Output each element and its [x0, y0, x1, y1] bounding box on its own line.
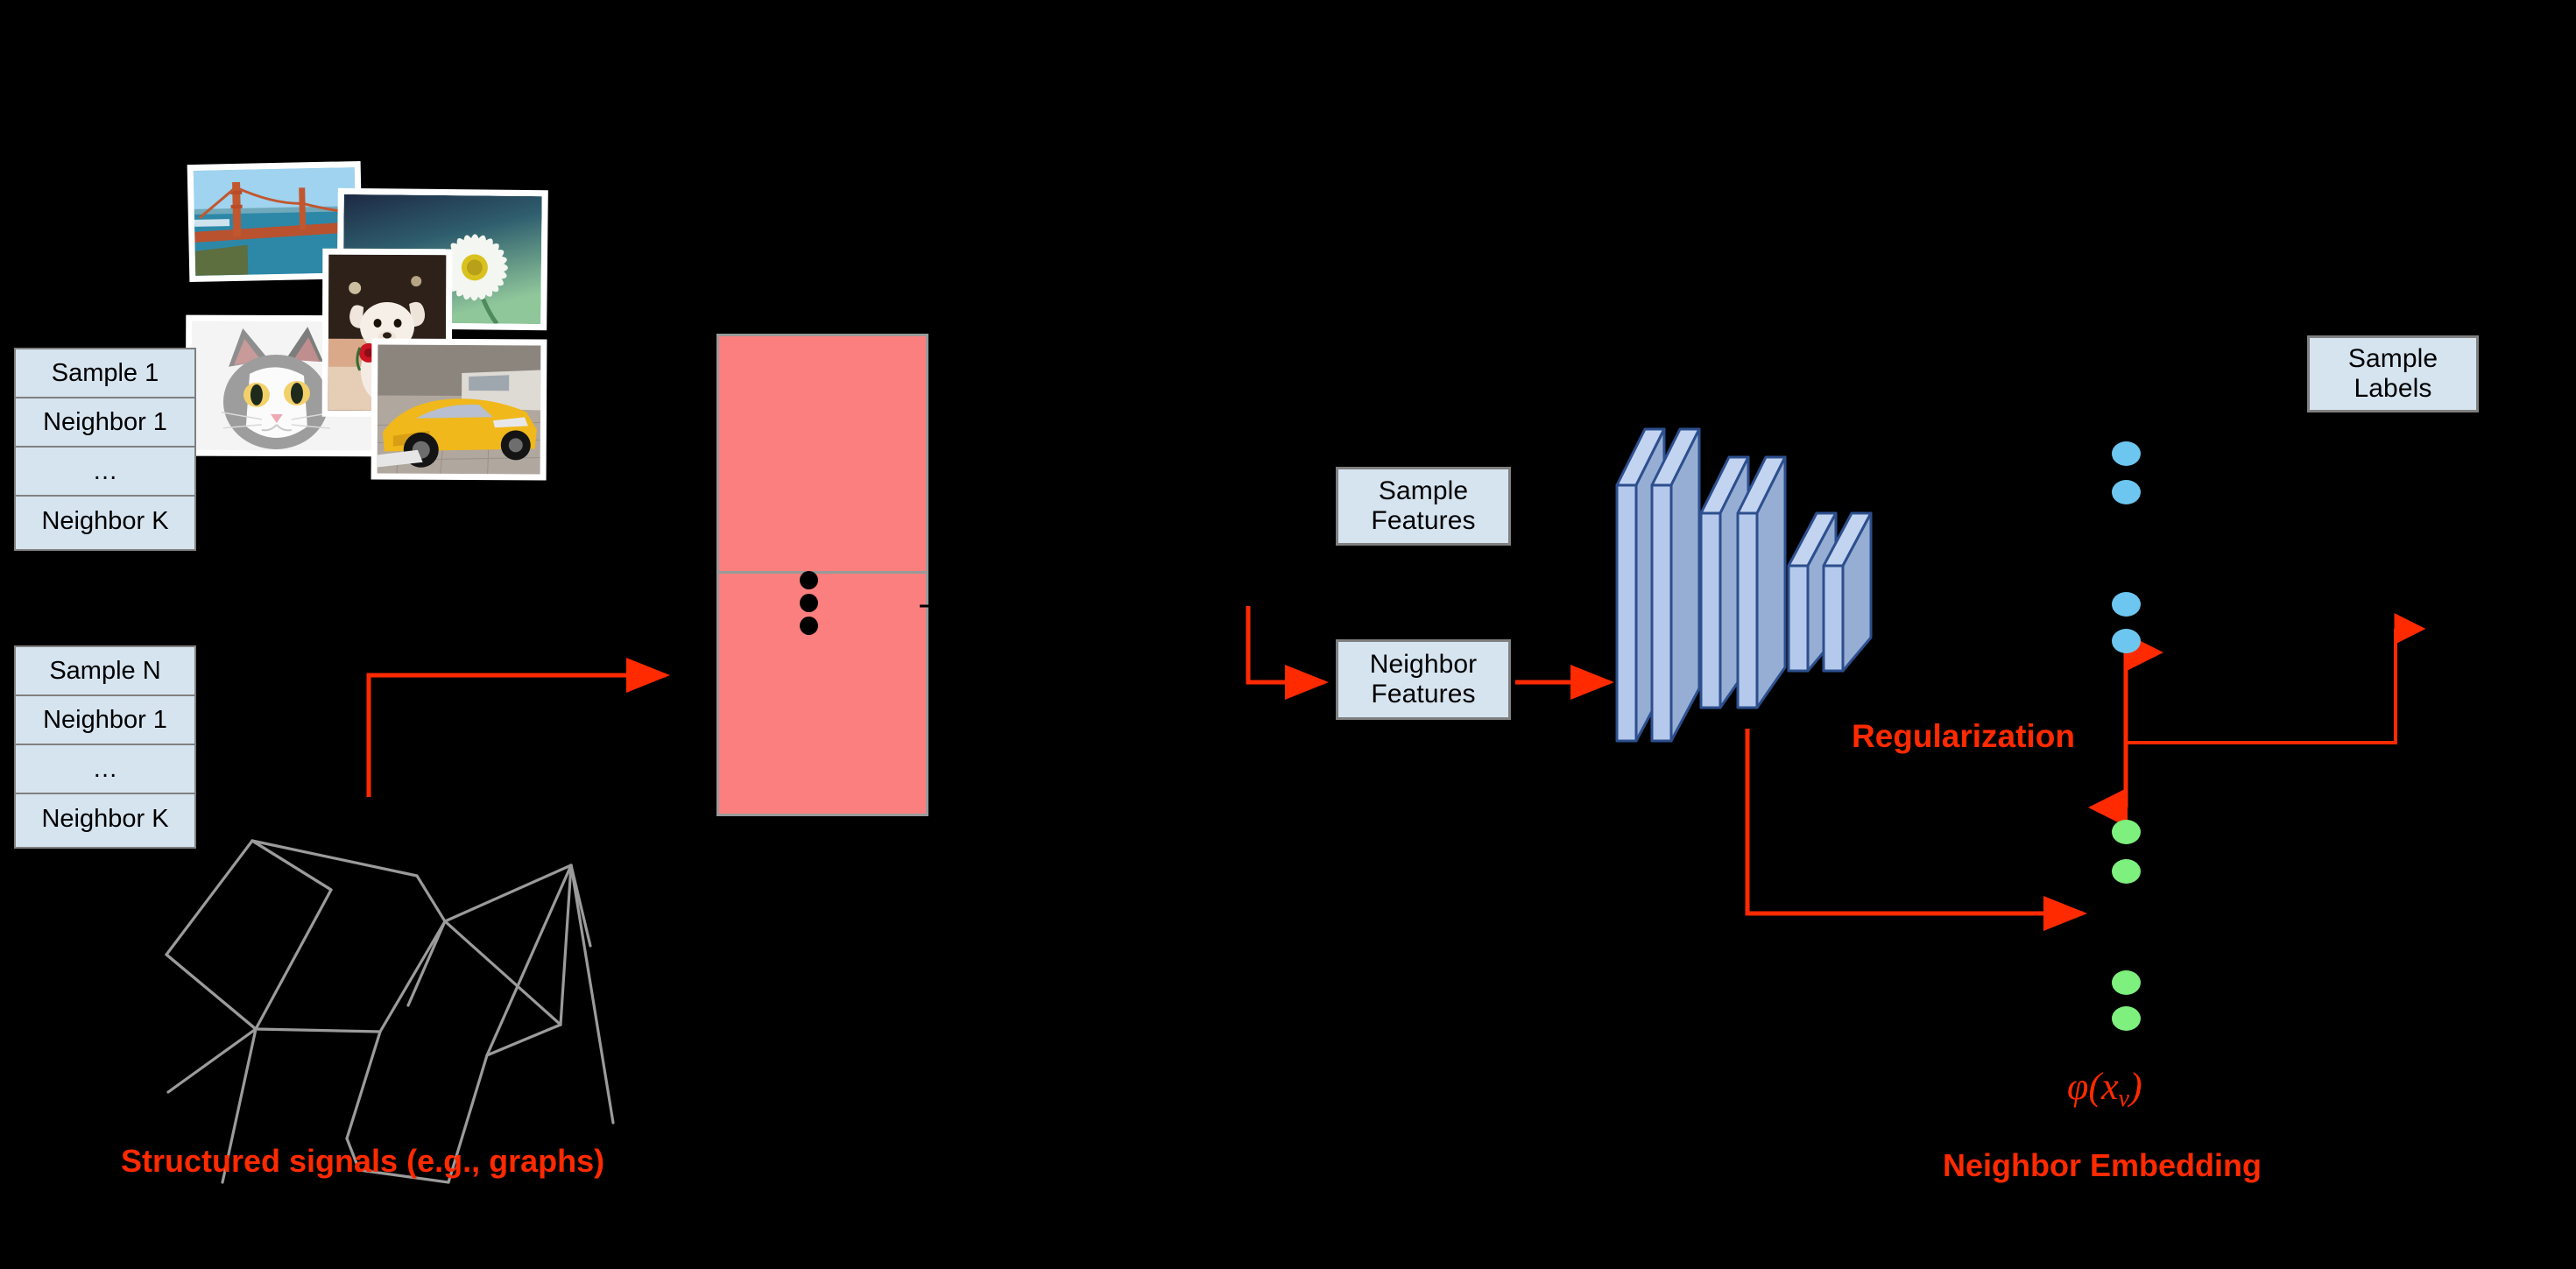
regularization-label: Regularization	[1852, 718, 2075, 754]
sample-group-n: Sample N Neighbor 1 … Neighbor K	[14, 645, 196, 849]
table-row[interactable]: Sample N	[16, 647, 194, 696]
table-row[interactable]: …	[16, 448, 194, 497]
sample-features-line2: Features	[1371, 506, 1476, 535]
embedding-dot-blue	[2112, 480, 2141, 504]
phi-subscript: v	[2118, 1084, 2129, 1112]
nn-layer-4	[1736, 455, 1787, 709]
neighbor-features-line2: Features	[1371, 680, 1476, 709]
embedding-dot-blue	[2112, 592, 2141, 617]
embedding-dot-green	[2112, 1006, 2141, 1031]
neighbor-features-box[interactable]: Neighbor Features	[1336, 639, 1511, 720]
sample-neighbor-panel-bottom	[716, 574, 928, 816]
table-row[interactable]: Neighbor 1	[16, 696, 194, 745]
phi-main: φ(x	[2067, 1065, 2119, 1108]
nn-layer-6	[1822, 511, 1873, 673]
embedding-dot-green	[2112, 970, 2141, 995]
table-row[interactable]: Neighbor 1	[16, 398, 194, 448]
structured-signals-label: Structured signals (e.g., graphs)	[121, 1143, 605, 1179]
phi-embedding-label: φ(xv)	[2067, 1064, 2142, 1113]
sample-group-1: Sample 1 Neighbor 1 … Neighbor K	[14, 348, 196, 551]
nn-layer-5	[1787, 511, 1838, 673]
table-row[interactable]: Neighbor K	[16, 497, 194, 546]
sample-labels-box[interactable]: Sample Labels	[2307, 335, 2479, 412]
sample-features-box[interactable]: Sample Features	[1336, 467, 1511, 546]
embedding-dot-blue	[2112, 629, 2141, 653]
embedding-dot-green	[2112, 859, 2141, 884]
diagram-canvas: Structured signals (e.g., graphs) Sample…	[0, 0, 2576, 1269]
nn-layer-2	[1650, 427, 1701, 743]
photo-yellow-sports-car	[371, 338, 547, 481]
table-row[interactable]: Neighbor K	[16, 794, 194, 843]
embedding-dot-green	[2112, 820, 2141, 844]
nn-layer-1	[1615, 427, 1666, 743]
nn-layer-3	[1699, 455, 1750, 709]
phi-close: )	[2128, 1065, 2142, 1108]
sample-labels-line2: Labels	[2354, 374, 2432, 403]
vertical-ellipsis	[800, 571, 819, 639]
neighbor-features-line1: Neighbor	[1369, 650, 1478, 680]
sample-labels-line1: Sample	[2347, 344, 2438, 374]
table-row[interactable]: Sample 1	[16, 349, 194, 398]
table-row[interactable]: …	[16, 745, 194, 794]
neighbor-embedding-label: Neighbor Embedding	[1943, 1147, 2262, 1183]
sample-neighbor-panel-top	[716, 334, 928, 574]
sample-features-line1: Sample	[1378, 476, 1469, 506]
embedding-dot-blue	[2112, 441, 2141, 466]
